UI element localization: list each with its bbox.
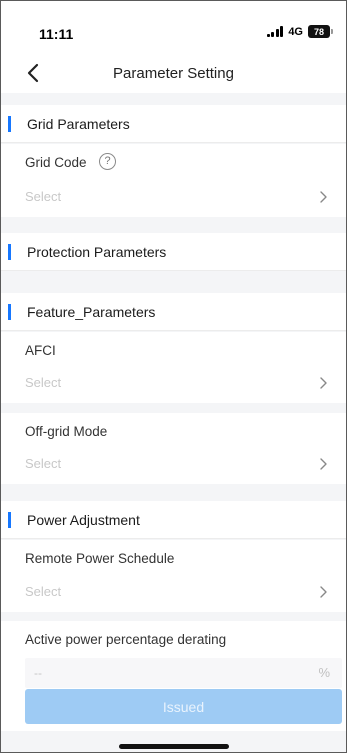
signal-icon (266, 26, 284, 37)
afci-select[interactable]: Select (1, 363, 346, 403)
chevron-right-icon (320, 586, 327, 598)
section-power-adjustment: Power Adjustment (1, 501, 346, 539)
offgrid-placeholder: Select (25, 456, 62, 471)
section-title: Protection Parameters (27, 244, 167, 260)
help-icon[interactable]: ? (99, 153, 116, 170)
section-accent-bar (8, 116, 11, 132)
section-accent-bar (8, 304, 11, 320)
derating-unit: % (318, 665, 330, 680)
nav-bar: Parameter Setting (1, 53, 346, 93)
schedule-placeholder: Select (25, 584, 62, 599)
offgrid-label: Off-grid Mode (25, 424, 108, 439)
grid-code-select[interactable]: Select (1, 177, 346, 217)
network-label: 4G (288, 25, 303, 38)
schedule-label: Remote Power Schedule (25, 551, 175, 566)
section-title: Feature_Parameters (27, 304, 156, 320)
section-title: Power Adjustment (27, 512, 140, 528)
schedule-select[interactable]: Select (1, 572, 346, 612)
home-indicator (119, 744, 229, 749)
derating-label: Active power percentage derating (25, 632, 227, 647)
section-accent-bar (8, 512, 11, 528)
issued-button[interactable]: Issued (25, 689, 342, 724)
app-screen: 11:11 4G 78 Parameter Setting Grid Param… (0, 0, 347, 753)
status-time: 11:11 (39, 26, 74, 42)
page-title: Parameter Setting (113, 65, 234, 82)
grid-code-placeholder: Select (25, 189, 62, 204)
section-grid-parameters: Grid Parameters (1, 105, 346, 143)
afci-label: AFCI (25, 343, 56, 358)
chevron-right-icon (320, 191, 327, 203)
status-indicators: 4G 78 (266, 25, 333, 38)
chevron-right-icon (320, 458, 327, 470)
section-feature-parameters: Feature_Parameters (1, 293, 346, 331)
chevron-right-icon (320, 377, 327, 389)
section-accent-bar (8, 244, 11, 260)
battery-level: 78 (313, 26, 324, 37)
section-protection-parameters[interactable]: Protection Parameters (1, 233, 346, 271)
offgrid-select[interactable]: Select (1, 444, 346, 484)
section-title: Grid Parameters (27, 116, 130, 132)
derating-value: -- (34, 666, 42, 680)
status-bar: 11:11 4G 78 (1, 1, 346, 53)
grid-code-label: Grid Code (25, 155, 87, 170)
battery-icon: 78 (308, 25, 333, 38)
afci-placeholder: Select (25, 375, 62, 390)
derating-input[interactable]: -- % (25, 658, 342, 688)
